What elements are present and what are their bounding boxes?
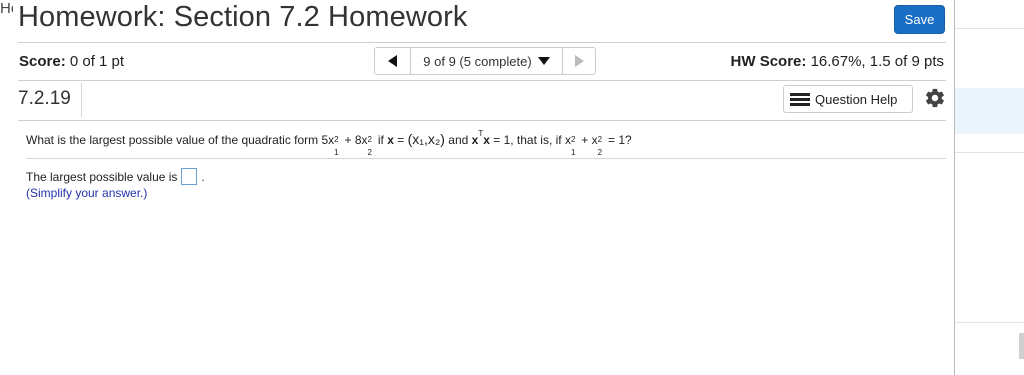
divider xyxy=(18,42,946,43)
score-value: 0 of 1 pt xyxy=(69,53,125,70)
gear-icon[interactable] xyxy=(924,87,946,109)
background-divider xyxy=(955,28,1024,29)
background-divider xyxy=(955,152,1024,153)
answer-line: The largest possible value is . xyxy=(26,168,205,185)
answer-label: The largest possible value is xyxy=(26,169,178,184)
dropdown-arrow-icon xyxy=(537,57,550,65)
page-title: Homework: Section 7.2 Homework xyxy=(18,1,468,33)
question-help-label: Question Help xyxy=(815,91,898,107)
question-number-separator xyxy=(81,83,82,117)
background-scroll-marker xyxy=(1019,333,1024,359)
right-arrow-icon xyxy=(574,55,584,67)
background-page xyxy=(955,0,1024,375)
question-position: 9 of 9 (5 complete) xyxy=(423,53,532,69)
previous-question-button[interactable] xyxy=(375,48,411,74)
question-help-button[interactable]: Question Help xyxy=(783,85,913,113)
hw-score-value: 16.67%, 1.5 of 9 pts xyxy=(810,53,944,70)
score: Score: 0 of 1 pt xyxy=(19,53,124,70)
score-label: Score: xyxy=(19,53,66,70)
left-arrow-icon xyxy=(388,55,397,67)
hw-score: HW Score: 16.67%, 1.5 of 9 pts xyxy=(731,53,944,70)
background-divider xyxy=(955,322,1024,323)
next-question-button[interactable] xyxy=(563,48,595,74)
divider xyxy=(18,80,946,81)
answer-input[interactable] xyxy=(181,168,198,185)
background-corner-text: Ho xyxy=(0,0,14,17)
list-icon xyxy=(790,92,810,106)
screen: Ho Homework: Section 7.2 Homework Save S… xyxy=(0,0,1024,375)
save-button[interactable]: Save xyxy=(894,5,945,34)
answer-hint: (Simplify your answer.) xyxy=(26,186,148,200)
divider xyxy=(18,120,946,121)
hw-score-label: HW Score: xyxy=(730,53,807,70)
question-prompt: What is the largest possible value of th… xyxy=(26,129,632,157)
homework-dialog: Homework: Section 7.2 Homework Save Scor… xyxy=(13,0,955,375)
background-highlight-band xyxy=(955,88,1024,134)
question-number: 7.2.19 xyxy=(18,88,71,109)
question-navigator: 9 of 9 (5 complete) xyxy=(374,47,596,75)
question-select-dropdown[interactable]: 9 of 9 (5 complete) xyxy=(411,48,563,74)
answer-suffix: . xyxy=(201,169,205,184)
divider xyxy=(26,158,946,159)
